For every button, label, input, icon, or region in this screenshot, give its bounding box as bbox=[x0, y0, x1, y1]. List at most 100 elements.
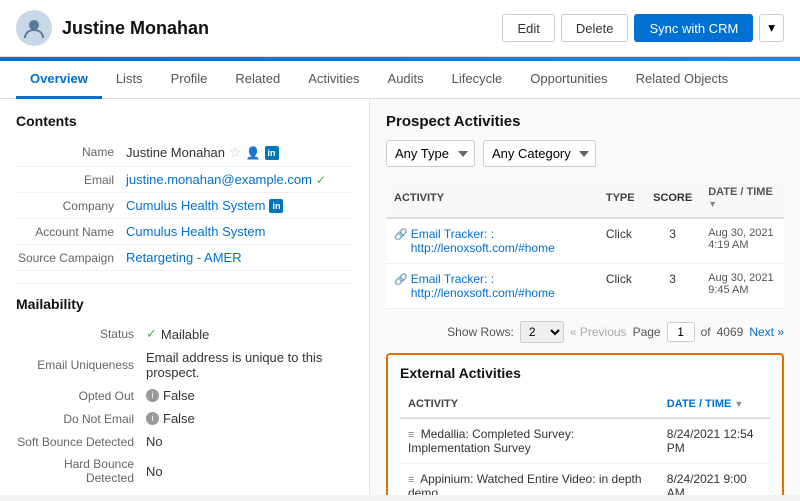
company-linkedin-icon[interactable]: in bbox=[269, 199, 283, 213]
left-panel: Contents Name Justine Monahan ☆ 👤 in Ema… bbox=[0, 99, 370, 495]
field-company: Company Cumulus Health System in bbox=[16, 193, 353, 219]
activity-link-1[interactable]: 🔗 Email Tracker: : http://lenoxsoft.com/… bbox=[394, 272, 590, 300]
field-email: Email justine.monahan@example.com ✓ bbox=[16, 167, 353, 193]
external-activities-title: External Activities bbox=[400, 365, 770, 381]
show-rows-label: Show Rows: bbox=[447, 325, 514, 339]
activity-cell-1: 🔗 Email Tracker: : http://lenoxsoft.com/… bbox=[386, 264, 598, 309]
soft-bounce-value: No bbox=[146, 434, 163, 449]
activities-table-header-row: ACTIVITY TYPE SCORE DATE / TIME ▼ bbox=[386, 179, 784, 218]
email-uniqueness-label: Email Uniqueness bbox=[16, 358, 146, 372]
next-page-button[interactable]: Next » bbox=[749, 325, 784, 339]
activity-cell-0: 🔗 Email Tracker: : http://lenoxsoft.com/… bbox=[386, 218, 598, 264]
date-cell-0: Aug 30, 2021 4:19 AM bbox=[700, 218, 784, 264]
mailability-opted-out: Opted Out i False bbox=[16, 384, 353, 407]
rows-per-page-select[interactable]: 2 5 10 bbox=[520, 321, 564, 343]
company-link[interactable]: Cumulus Health System bbox=[126, 198, 265, 213]
main-content: Contents Name Justine Monahan ☆ 👤 in Ema… bbox=[0, 99, 800, 495]
tab-profile[interactable]: Profile bbox=[157, 61, 222, 99]
col-header-type: TYPE bbox=[598, 179, 645, 218]
star-icon[interactable]: ☆ bbox=[229, 144, 242, 161]
pagination-row: Show Rows: 2 5 10 « Previous Page of 406… bbox=[386, 317, 784, 353]
edit-button[interactable]: Edit bbox=[502, 14, 554, 42]
hard-bounce-label: Hard Bounce Detected bbox=[16, 457, 146, 485]
type-cell-1: Click bbox=[598, 264, 645, 309]
type-filter-select[interactable]: Any Type Email Click View Form bbox=[386, 140, 475, 167]
activity-link-0[interactable]: 🔗 Email Tracker: : http://lenoxsoft.com/… bbox=[394, 227, 590, 255]
previous-page-button[interactable]: « Previous bbox=[570, 325, 627, 339]
account-link[interactable]: Cumulus Health System bbox=[126, 224, 265, 239]
total-pages: 4069 bbox=[717, 325, 744, 339]
mailability-do-not-email: Do Not Email i False bbox=[16, 407, 353, 430]
mailability-hard-bounce: Hard Bounce Detected No bbox=[16, 453, 353, 489]
prospect-activities-title: Prospect Activities bbox=[386, 113, 784, 130]
ext-activity-cell-1: ≡ Appinium: Watched Entire Video: in dep… bbox=[400, 464, 659, 496]
sync-crm-button[interactable]: Sync with CRM bbox=[634, 14, 753, 42]
tab-audits[interactable]: Audits bbox=[374, 61, 438, 99]
ext-date-cell-0: 8/24/2021 12:54 PM bbox=[659, 418, 770, 464]
tab-activities[interactable]: Activities bbox=[294, 61, 373, 99]
category-filter-select[interactable]: Any Category Marketing Sales bbox=[483, 140, 596, 167]
right-panel: Prospect Activities Any Type Email Click… bbox=[370, 99, 800, 495]
activity-row: 🔗 Email Tracker: : http://lenoxsoft.com/… bbox=[386, 218, 784, 264]
page-number-input[interactable] bbox=[667, 322, 695, 342]
company-value: Cumulus Health System in bbox=[126, 198, 353, 213]
do-not-email-value: i False bbox=[146, 411, 195, 426]
header-dropdown-button[interactable]: ▾ bbox=[759, 14, 784, 42]
ext-table-header-row: ACTIVITY DATE / TIME ▼ bbox=[400, 391, 770, 418]
company-label: Company bbox=[16, 198, 126, 213]
mailability-soft-bounce: Soft Bounce Detected No bbox=[16, 430, 353, 453]
status-text: Mailable bbox=[161, 327, 209, 342]
ext-col-header-activity: ACTIVITY bbox=[400, 391, 659, 418]
ext-activity-row: ≡ Appinium: Watched Entire Video: in dep… bbox=[400, 464, 770, 496]
do-not-email-text: False bbox=[163, 411, 195, 426]
date-cell-1: Aug 30, 2021 9:45 AM bbox=[700, 264, 784, 309]
status-label: Status bbox=[16, 327, 146, 341]
col-header-activity: ACTIVITY bbox=[386, 179, 598, 218]
linkedin-icon[interactable]: in bbox=[265, 146, 279, 160]
col-header-date: DATE / TIME ▼ bbox=[700, 179, 784, 218]
link-icon-0: 🔗 bbox=[394, 228, 408, 241]
opted-out-text: False bbox=[163, 388, 195, 403]
nav-tabs: Overview Lists Profile Related Activitie… bbox=[0, 61, 800, 99]
mailability-status: Status ✓ Mailable bbox=[16, 322, 353, 346]
email-verified-icon: ✓ bbox=[316, 173, 326, 187]
ext-col-header-date: DATE / TIME ▼ bbox=[659, 391, 770, 418]
link-icon-1: 🔗 bbox=[394, 273, 408, 286]
page-header: Justine Monahan Edit Delete Sync with CR… bbox=[0, 0, 800, 57]
activity-row: 🔗 Email Tracker: : http://lenoxsoft.com/… bbox=[386, 264, 784, 309]
email-uniqueness-value: Email address is unique to this prospect… bbox=[146, 350, 353, 380]
account-value: Cumulus Health System bbox=[126, 224, 353, 239]
source-value: Retargeting - AMER bbox=[126, 250, 353, 265]
email-link[interactable]: justine.monahan@example.com bbox=[126, 172, 312, 187]
tab-related[interactable]: Related bbox=[221, 61, 294, 99]
opted-out-value: i False bbox=[146, 388, 195, 403]
mailability-section: Mailability Status ✓ Mailable Email Uniq… bbox=[16, 296, 353, 489]
tab-lifecycle[interactable]: Lifecycle bbox=[438, 61, 517, 99]
field-name: Name Justine Monahan ☆ 👤 in bbox=[16, 139, 353, 167]
divider bbox=[16, 283, 353, 284]
tab-opportunities[interactable]: Opportunities bbox=[516, 61, 621, 99]
page-label: Page bbox=[633, 325, 661, 339]
type-cell-0: Click bbox=[598, 218, 645, 264]
tab-overview[interactable]: Overview bbox=[16, 61, 102, 99]
tab-lists[interactable]: Lists bbox=[102, 61, 157, 99]
status-value: ✓ Mailable bbox=[146, 326, 209, 342]
prospect-icon: 👤 bbox=[246, 146, 261, 160]
ext-activity-row: ≡ Medallia: Completed Survey: Implementa… bbox=[400, 418, 770, 464]
tab-related-objects[interactable]: Related Objects bbox=[622, 61, 743, 99]
name-text: Justine Monahan bbox=[126, 145, 225, 160]
email-value: justine.monahan@example.com ✓ bbox=[126, 172, 353, 187]
account-label: Account Name bbox=[16, 224, 126, 239]
header-actions: Edit Delete Sync with CRM ▾ bbox=[502, 14, 784, 42]
name-label: Name bbox=[16, 144, 126, 159]
ext-date-cell-1: 8/24/2021 9:00 AM bbox=[659, 464, 770, 496]
do-not-email-info-icon[interactable]: i bbox=[146, 412, 159, 425]
opted-out-info-icon[interactable]: i bbox=[146, 389, 159, 402]
ext-date-sort-arrow: ▼ bbox=[734, 399, 743, 409]
source-link[interactable]: Retargeting - AMER bbox=[126, 250, 242, 265]
of-label: of bbox=[701, 325, 711, 339]
name-value: Justine Monahan ☆ 👤 in bbox=[126, 144, 353, 161]
delete-button[interactable]: Delete bbox=[561, 14, 629, 42]
activities-table: ACTIVITY TYPE SCORE DATE / TIME ▼ 🔗 Emai… bbox=[386, 179, 784, 309]
mailability-title: Mailability bbox=[16, 296, 353, 312]
